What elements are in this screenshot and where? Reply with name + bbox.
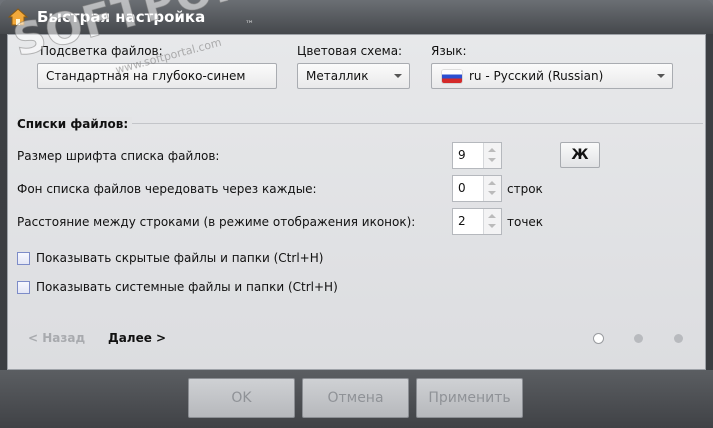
stepper-up-icon[interactable] <box>488 148 496 152</box>
home-icon <box>8 8 28 26</box>
page-dot-2[interactable] <box>634 334 643 343</box>
spacing-value: 2 <box>458 214 466 228</box>
show-system-label[interactable]: Показывать системные файлы и папки (Ctrl… <box>36 280 338 294</box>
show-hidden-label[interactable]: Показывать скрытые файлы и папки (Ctrl+H… <box>36 251 323 265</box>
stepper-down-icon[interactable] <box>488 158 496 162</box>
font-size-stepper[interactable]: 9 <box>452 142 502 169</box>
font-size-label: Размер шрифта списка файлов: <box>17 149 220 163</box>
chevron-down-icon <box>394 74 402 78</box>
page-dot-3[interactable] <box>674 334 683 343</box>
highlight-label: Подсветка файлов: <box>40 44 163 58</box>
chevron-down-icon <box>657 74 665 78</box>
russia-flag-icon <box>442 70 462 83</box>
scheme-label: Цветовая схема: <box>297 44 403 58</box>
alternate-value: 0 <box>458 181 466 195</box>
bold-toggle-button[interactable]: Ж <box>560 142 600 168</box>
stepper-up-icon[interactable] <box>488 214 496 218</box>
apply-button[interactable]: Применить <box>416 378 523 418</box>
show-system-checkbox[interactable] <box>17 281 30 294</box>
stepper-down-icon[interactable] <box>488 191 496 195</box>
stepper-down-icon[interactable] <box>488 224 496 228</box>
show-hidden-checkbox[interactable] <box>17 252 30 265</box>
language-select[interactable]: ru - Русский (Russian) <box>431 63 673 89</box>
page-dot-1[interactable] <box>593 333 604 344</box>
settings-panel: Подсветка файлов: Цветовая схема: Язык: … <box>7 34 706 370</box>
alternate-label: Фон списка файлов чередовать через кажды… <box>17 182 317 196</box>
font-size-value: 9 <box>458 148 466 162</box>
scheme-select[interactable]: Металлик <box>297 63 410 89</box>
cancel-button[interactable]: Отмена <box>302 378 409 418</box>
spacing-stepper[interactable]: 2 <box>452 208 502 235</box>
back-link[interactable]: < Назад <box>28 331 85 345</box>
title-bar: Быстрая настройка <box>0 0 713 34</box>
scheme-select-value: Металлик <box>306 69 369 83</box>
dialog-window: Быстрая настройка Подсветка файлов: Цвет… <box>0 0 713 428</box>
ok-button[interactable]: OK <box>188 378 295 418</box>
language-select-value: ru - Русский (Russian) <box>469 69 604 83</box>
highlight-select-value: Стандартная на глубоко-синем <box>46 69 246 83</box>
spacing-label: Расстояние между строками (в режиме отоб… <box>17 215 416 229</box>
stepper-up-icon[interactable] <box>488 181 496 185</box>
alternate-unit: строк <box>507 182 543 196</box>
highlight-select[interactable]: Стандартная на глубоко-синем <box>37 63 277 89</box>
window-title: Быстрая настройка <box>37 8 206 26</box>
next-link[interactable]: Далее > <box>108 331 166 345</box>
section-title: Списки файлов: <box>17 117 133 131</box>
alternate-stepper[interactable]: 0 <box>452 175 502 202</box>
spacing-unit: точек <box>507 215 544 229</box>
language-label: Язык: <box>431 44 467 58</box>
watermark-tm: ™ <box>245 20 254 30</box>
